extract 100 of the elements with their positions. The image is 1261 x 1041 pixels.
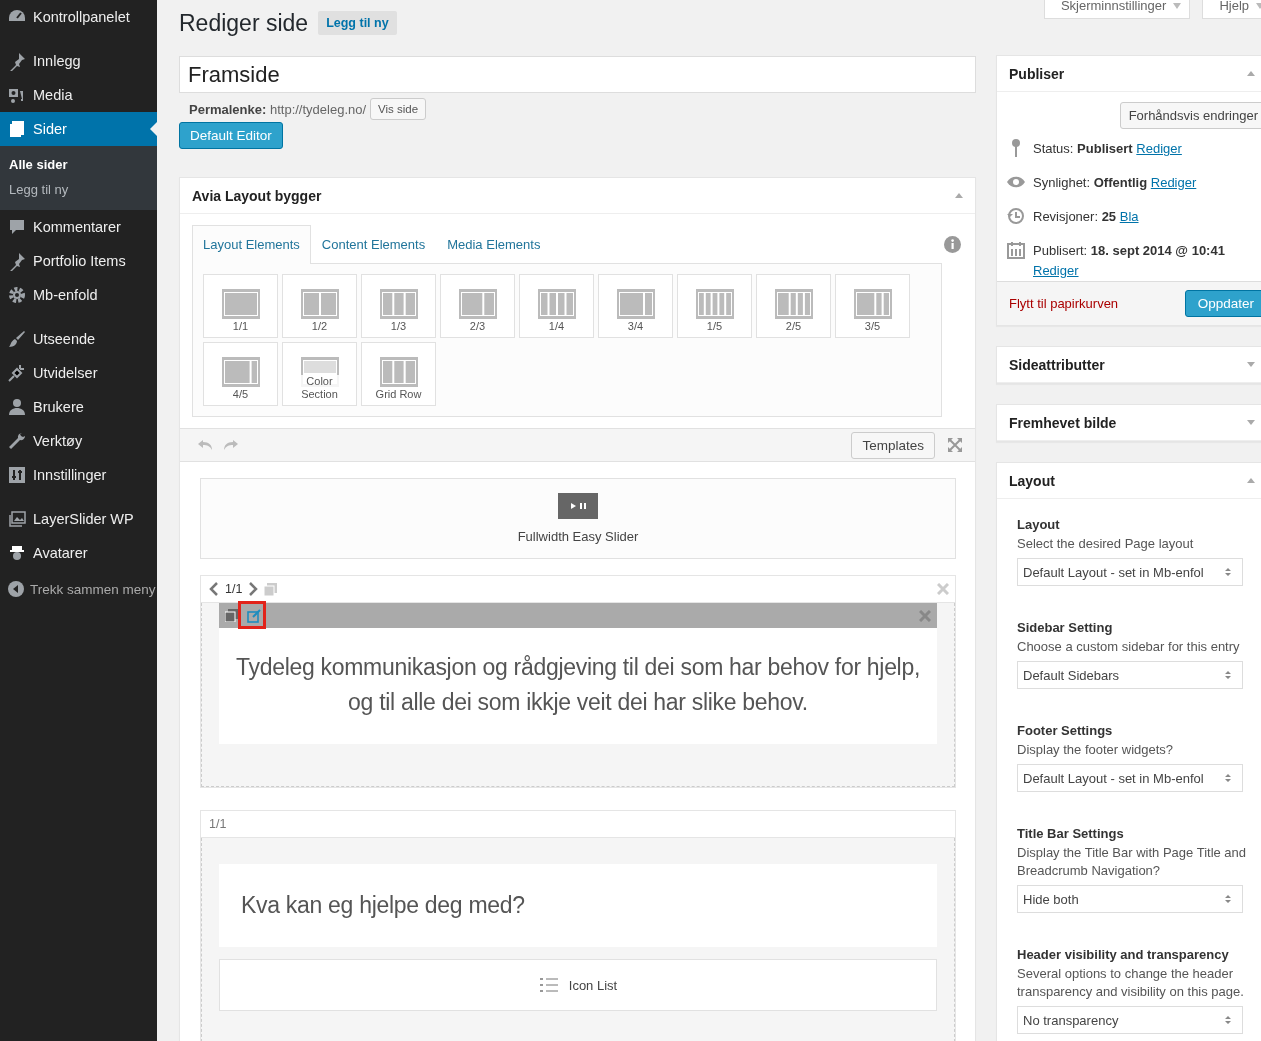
field-title: Layout: [1017, 517, 1061, 532]
view-page-button[interactable]: Vis side: [370, 98, 427, 120]
toggle-arrow-icon[interactable]: [1247, 71, 1255, 76]
play-pause-icon: [558, 493, 598, 519]
edit-button[interactable]: [246, 607, 262, 624]
chevron-left-icon: [209, 582, 219, 596]
text-element-card[interactable]: Kva kan eg hjelpe deg med?: [219, 864, 937, 947]
sidebar-item[interactable]: Kontrollpanelet: [0, 0, 157, 34]
select-field[interactable]: Hide both: [1017, 885, 1243, 913]
caret-icon: [1256, 2, 1261, 9]
sidebar-item[interactable]: Innstillinger: [0, 458, 157, 492]
add-new-button[interactable]: Legg til ny: [318, 11, 397, 35]
field-description: Display the Title Bar with Page Title and Breadcrumb Navigation?: [1017, 844, 1248, 880]
screen-tab[interactable]: Skjerminnstillinger: [1043, 0, 1191, 19]
layout-element-tile[interactable]: 3/4: [598, 274, 673, 338]
sidebar-item[interactable]: Innlegg: [0, 44, 157, 78]
layout-element-tile[interactable]: 4/5: [203, 342, 278, 406]
collapse-icon: [7, 580, 25, 598]
submenu-item[interactable]: Alle sider: [0, 152, 157, 177]
trash-link[interactable]: Flytt til papirkurven: [1009, 296, 1119, 311]
undo-icon: [198, 439, 212, 451]
submenu-item[interactable]: Legg til ny: [0, 177, 157, 202]
updown-icon: [1224, 1015, 1232, 1025]
select-field[interactable]: Default Layout - set in Mb-enfol: [1017, 764, 1243, 792]
info-icon: [944, 236, 961, 253]
layout-element-tile[interactable]: Grid Row: [361, 342, 436, 406]
layout-element-tile[interactable]: 1/2: [282, 274, 357, 338]
layout-element-tile[interactable]: 1/5: [677, 274, 752, 338]
sidebar-item[interactable]: Media: [0, 78, 157, 112]
chevron-right-icon: [248, 582, 259, 596]
select-field[interactable]: Default Layout - set in Mb-enfol: [1017, 558, 1243, 586]
copy-icon: [264, 582, 278, 596]
sidebar-item[interactable]: Sider: [0, 112, 157, 146]
avatar-icon: [7, 543, 27, 563]
layout-element-tile[interactable]: 1/4: [519, 274, 594, 338]
sidebar-item[interactable]: Verktøy: [0, 424, 157, 458]
copy-icon: [225, 609, 238, 622]
layout-element-tile[interactable]: 2/3: [440, 274, 515, 338]
sidebar-item[interactable]: Portfolio Items: [0, 244, 157, 278]
templates-button[interactable]: Templates: [851, 431, 935, 459]
toggle-arrow-icon[interactable]: [955, 193, 963, 198]
sidebar-item[interactable]: Avatarer: [0, 536, 157, 570]
panel-title: Layout: [1009, 472, 1055, 489]
edit-icon: [247, 608, 261, 623]
calendar-icon: [1007, 241, 1025, 259]
icon-list-element[interactable]: Icon List: [219, 959, 937, 1011]
sidebar-item[interactable]: Utvidelser: [0, 356, 157, 390]
panel-title: Fremhevet bilde: [1009, 414, 1117, 431]
history-icon: [1007, 207, 1025, 225]
column-size-label: 1/1: [209, 817, 227, 831]
layout-element-tile[interactable]: Color Section: [282, 342, 357, 406]
columns-icon: [380, 357, 418, 387]
tab[interactable]: Content Elements: [310, 225, 437, 264]
layout-element-tile[interactable]: 3/5: [835, 274, 910, 338]
edit-link[interactable]: Rediger: [1150, 175, 1197, 190]
sidebar-item[interactable]: Mb-enfold: [0, 278, 157, 312]
edit-link[interactable]: Rediger: [1136, 141, 1182, 156]
field-description: Select the desired Page layout: [1017, 535, 1195, 553]
sidebar-item[interactable]: Utseende: [0, 322, 157, 356]
field-description: Several options to change the header transparency and visibility on this page.: [1017, 965, 1245, 1001]
images-icon: [7, 509, 27, 529]
toggle-arrow-icon[interactable]: [1247, 420, 1255, 425]
screen-tab[interactable]: Hjelp: [1202, 0, 1261, 19]
columns-icon: [617, 289, 655, 319]
caret-icon: [1173, 2, 1182, 9]
collapse-menu-link[interactable]: Trekk sammen meny: [0, 572, 157, 606]
publish-info: Publisert: 18. sept 2014 @ 10:41 Rediger: [1033, 242, 1226, 280]
panel-title: Sideattributter: [1009, 356, 1105, 373]
tab[interactable]: Media Elements: [436, 225, 552, 264]
text-element-card[interactable]: Tydeleg kommunikasjon og rådgjeving til dei som har behov for hjelp, og til alle dei som ikkje veit dei har slike behov.: [219, 603, 937, 744]
columns-icon: [775, 289, 813, 319]
slider-element[interactable]: Fullwidth Easy Slider: [200, 478, 956, 559]
pages-icon: [7, 119, 27, 139]
layout-element-tile[interactable]: 1/3: [361, 274, 436, 338]
edit-link[interactable]: Bla: [1119, 209, 1139, 224]
field-title: Sidebar Setting: [1017, 620, 1114, 635]
text-content: Tydeleg kommunikasjon og rådgjeving til dei som har behov for hjelp, og til alle dei som ikkje veit dei har slike behov.: [234, 653, 921, 717]
current-pointer-icon: [150, 122, 157, 136]
field-title: Title Bar Settings: [1017, 826, 1125, 841]
sidebar-item[interactable]: LayerSlider WP: [0, 502, 157, 536]
fullscreen-icon: [947, 437, 963, 453]
gear-icon: [7, 285, 27, 305]
publish-info: Status: Publisert Rediger: [1033, 140, 1182, 158]
sidebar-item[interactable]: Kommentarer: [0, 210, 157, 244]
plug-icon: [7, 363, 27, 383]
select-field[interactable]: No transparency: [1017, 1006, 1243, 1034]
select-field[interactable]: Default Sidebars: [1017, 661, 1243, 689]
layout-element-tile[interactable]: 1/1: [203, 274, 278, 338]
columns-icon: [459, 289, 497, 319]
tab[interactable]: Layout Elements: [192, 225, 311, 264]
preview-button[interactable]: Forhåndsvis endringer: [1119, 102, 1261, 129]
layout-element-tile[interactable]: 2/5: [756, 274, 831, 338]
columns-icon: [380, 289, 418, 319]
toggle-arrow-icon[interactable]: [1247, 362, 1255, 367]
sidebar-item[interactable]: Brukere: [0, 390, 157, 424]
edit-link[interactable]: Rediger: [1033, 263, 1079, 278]
page-title: Rediger side: [179, 9, 309, 37]
title-field[interactable]: Framside: [179, 56, 976, 93]
user-icon: [7, 397, 27, 417]
toggle-arrow-icon[interactable]: [1247, 478, 1255, 483]
